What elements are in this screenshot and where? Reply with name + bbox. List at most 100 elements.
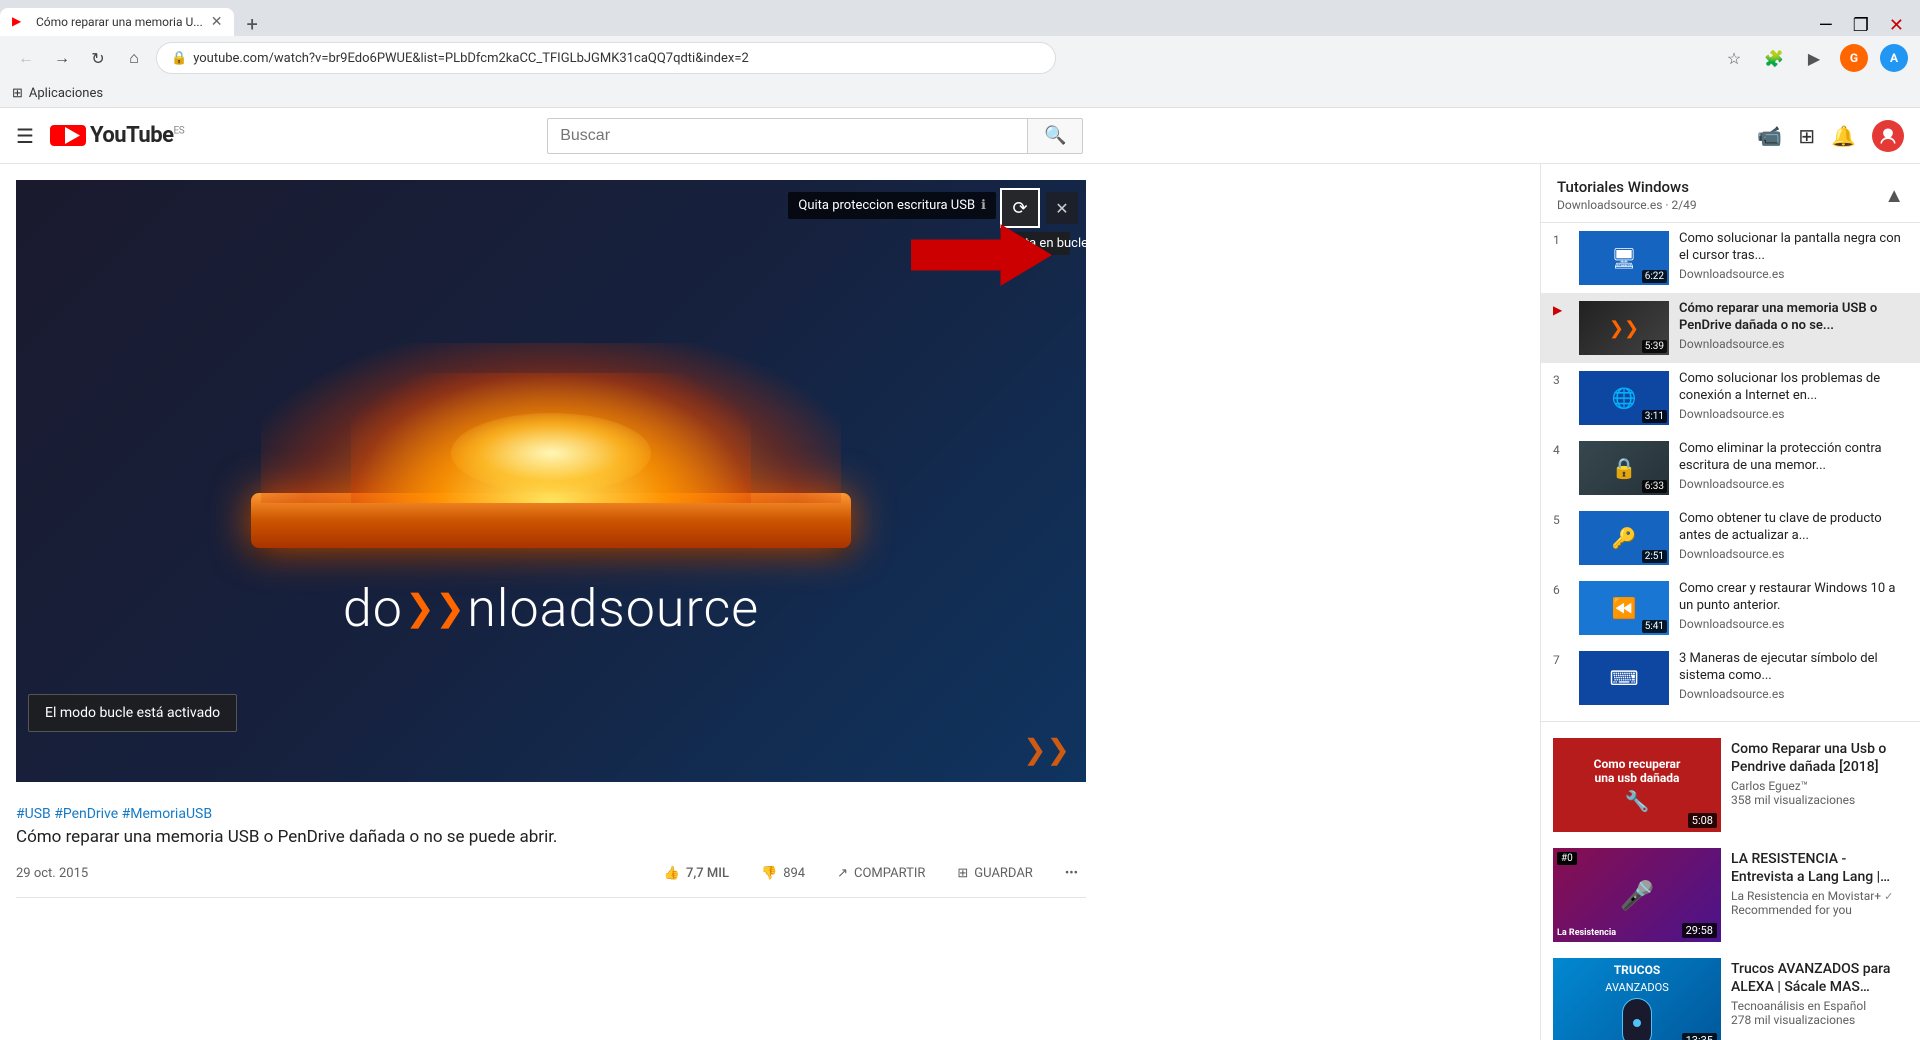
like-count: 7,7 MIL — [686, 866, 729, 881]
item-channel: Downloadsource.es — [1679, 547, 1908, 561]
youtube-logo-icon — [50, 125, 86, 146]
rec-title: Como Reparar una Usb o Pendrive dañada [… — [1731, 740, 1908, 776]
save-button[interactable]: ⊞ GUARDAR — [949, 860, 1040, 887]
like-button[interactable]: 👍 7,7 MIL — [656, 860, 737, 887]
create-video-button[interactable]: 📹 — [1757, 124, 1782, 148]
playlist-collapse-button[interactable]: ▲ — [1884, 183, 1904, 208]
item-duration: 6:22 — [1642, 270, 1667, 283]
bookmarks-apps-label[interactable]: Aplicaciones — [29, 86, 103, 101]
rec-title: LA RESISTENCIA - Entrevista a Lang Lang … — [1731, 850, 1908, 886]
playlist-item[interactable]: 1 🖥 6:22 Como solucionar la pantalla neg… — [1541, 223, 1920, 293]
item-thumbnail: 🖥 6:22 — [1579, 231, 1669, 285]
video-area: do ❯❯ nloadsource ❯❯ Quita protec — [0, 164, 1540, 1040]
playlist-item[interactable]: 5 🔑 2:51 Como obtener tu clave de produc… — [1541, 503, 1920, 573]
playlist-subtitle: Downloadsource.es · 2/49 — [1557, 198, 1884, 212]
cast-button[interactable]: ▶ — [1800, 44, 1828, 72]
bookmarks-bar: ⊞ Aplicaciones — [0, 80, 1920, 108]
recommended-item[interactable]: Como recuperaruna usb dañada 🔧 5:08 Como… — [1541, 730, 1920, 840]
rec-duration: 5:08 — [1688, 813, 1717, 828]
minimize-button[interactable]: — — [1811, 15, 1841, 36]
video-title-row: Cómo reparar una memoria USB o PenDrive … — [16, 826, 1086, 850]
item-thumbnail: 🔑 2:51 — [1579, 511, 1669, 565]
playlist-item[interactable]: 7 ⌨ 3 Maneras de ejecutar símbolo del si… — [1541, 643, 1920, 713]
more-icon: ••• — [1065, 866, 1078, 881]
item-number: 3 — [1553, 373, 1569, 387]
user-avatar[interactable] — [1872, 120, 1904, 152]
rec-duration: 29:58 — [1682, 923, 1717, 938]
youtube-logo[interactable]: YouTubeES — [50, 123, 184, 148]
browser-actions: ☆ 🧩 ▶ G A — [1720, 44, 1908, 72]
playlist-header: Tutoriales Windows Downloadsource.es · 2… — [1541, 164, 1920, 223]
item-thumbnail: 🌐 3:11 — [1579, 371, 1669, 425]
tab-close-button[interactable]: ✕ — [211, 14, 223, 30]
apps-grid-icon: ⊞ — [12, 86, 23, 101]
back-icon: ← — [18, 48, 34, 68]
item-title: Como crear y restaurar Windows 10 a un p… — [1679, 581, 1908, 615]
rec-thumbnail: 🎤 #0 29:58 La Resistencia — [1553, 848, 1721, 942]
item-number: 6 — [1553, 583, 1569, 597]
item-title: 3 Maneras de ejecutar símbolo del sistem… — [1679, 651, 1908, 685]
maximize-button[interactable]: ❐ — [1845, 15, 1877, 36]
notifications-button[interactable]: 🔔 — [1831, 124, 1856, 148]
playlist-item[interactable]: 4 🔒 6:33 Como eliminar la protección con… — [1541, 433, 1920, 503]
hamburger-menu-button[interactable]: ☰ — [16, 124, 34, 148]
video-date: 29 oct. 2015 — [16, 866, 88, 881]
profile-avatar-2[interactable]: A — [1880, 44, 1908, 72]
browser-tab[interactable]: ▶ Cómo reparar una memoria U... ✕ — [0, 8, 234, 36]
apps-grid-button[interactable]: ⊞ — [1798, 124, 1815, 148]
youtube-logo-text: YouTubeES — [90, 123, 184, 148]
dislike-icon: 👎 — [761, 866, 777, 881]
playlist-item-active[interactable]: ▶ ❯❯ 5:39 Cómo reparar una memoria USB o… — [1541, 293, 1920, 363]
share-icon: ↗ — [837, 866, 848, 881]
extensions-button[interactable]: 🧩 — [1760, 44, 1788, 72]
item-title: Como solucionar los problemas de conexió… — [1679, 371, 1908, 405]
reload-button[interactable]: ↻ — [84, 44, 112, 72]
rec-info: Como Reparar una Usb o Pendrive dañada [… — [1731, 738, 1908, 832]
forward-button[interactable]: → — [48, 44, 76, 72]
item-number: ▶ — [1553, 303, 1569, 317]
item-title: Como eliminar la protección contra escri… — [1679, 441, 1908, 475]
verified-icon: ✓ — [1884, 890, 1893, 903]
item-number: 4 — [1553, 443, 1569, 457]
playlist-title: Tutoriales Windows — [1557, 178, 1884, 196]
forward-icon: → — [54, 48, 70, 68]
recommended-item[interactable]: TRUCOS AVANZADOS 13:35 Trucos AVANZADOS … — [1541, 950, 1920, 1040]
video-player[interactable]: do ❯❯ nloadsource ❯❯ Quita protec — [16, 180, 1086, 782]
search-input[interactable] — [547, 118, 1027, 154]
item-channel: Downloadsource.es — [1679, 477, 1908, 491]
playlist-item[interactable]: 3 🌐 3:11 Como solucionar los problemas d… — [1541, 363, 1920, 433]
recommended-item[interactable]: 🎤 #0 29:58 La Resistencia LA RESISTENCIA… — [1541, 840, 1920, 950]
main-content: do ❯❯ nloadsource ❯❯ Quita protec — [0, 164, 1920, 1040]
video-title: Cómo reparar una memoria USB o PenDrive … — [16, 826, 557, 850]
video-tooltip: Quita proteccion escritura USB ℹ — [788, 192, 996, 219]
dislike-button[interactable]: 👎 894 — [753, 860, 813, 887]
more-actions-button[interactable]: ••• — [1057, 860, 1086, 887]
close-icon: ✕ — [1055, 199, 1068, 218]
item-channel: Downloadsource.es — [1679, 337, 1908, 351]
back-button[interactable]: ← — [12, 44, 40, 72]
video-actions-row: 29 oct. 2015 👍 7,7 MIL 👎 894 ↗ COMPA — [16, 860, 1086, 898]
item-info: Como crear y restaurar Windows 10 a un p… — [1679, 581, 1908, 631]
rec-title: Trucos AVANZADOS para ALEXA | Sácale MAS… — [1731, 960, 1908, 996]
profile-avatar[interactable]: G — [1840, 44, 1868, 72]
address-bar[interactable]: 🔒 youtube.com/watch?v=br9Edo6PWUE&list=P… — [156, 42, 1056, 74]
rec-views: 278 mil visualizaciones — [1731, 1013, 1908, 1027]
youtube-app: ☰ YouTubeES 🔍 📹 ⊞ 🔔 — [0, 108, 1920, 1040]
share-button[interactable]: ↗ COMPARTIR — [829, 860, 933, 887]
item-channel: Downloadsource.es — [1679, 407, 1908, 421]
playlist-item[interactable]: 6 ⏪ 5:41 Como crear y restaurar Windows … — [1541, 573, 1920, 643]
new-tab-button[interactable]: + — [238, 12, 265, 36]
close-window-button[interactable]: ✕ — [1881, 15, 1912, 36]
item-title: Como solucionar la pantalla negra con el… — [1679, 231, 1908, 265]
video-tags[interactable]: #USB #PenDrive #MemoriaUSB — [16, 806, 1086, 822]
loop-icon: ⟳ — [1012, 198, 1027, 219]
rec-info: LA RESISTENCIA - Entrevista a Lang Lang … — [1731, 848, 1908, 942]
header-right: 📹 ⊞ 🔔 — [1757, 120, 1904, 152]
item-info: 3 Maneras de ejecutar símbolo del sistem… — [1679, 651, 1908, 701]
rec-info: Trucos AVANZADOS para ALEXA | Sácale MAS… — [1731, 958, 1908, 1040]
home-button[interactable]: ⌂ — [120, 44, 148, 72]
bookmark-button[interactable]: ☆ — [1720, 44, 1748, 72]
search-button[interactable]: 🔍 — [1027, 118, 1083, 154]
tab-title: Cómo reparar una memoria U... — [36, 15, 203, 29]
rec-thumbnail: TRUCOS AVANZADOS 13:35 — [1553, 958, 1721, 1040]
